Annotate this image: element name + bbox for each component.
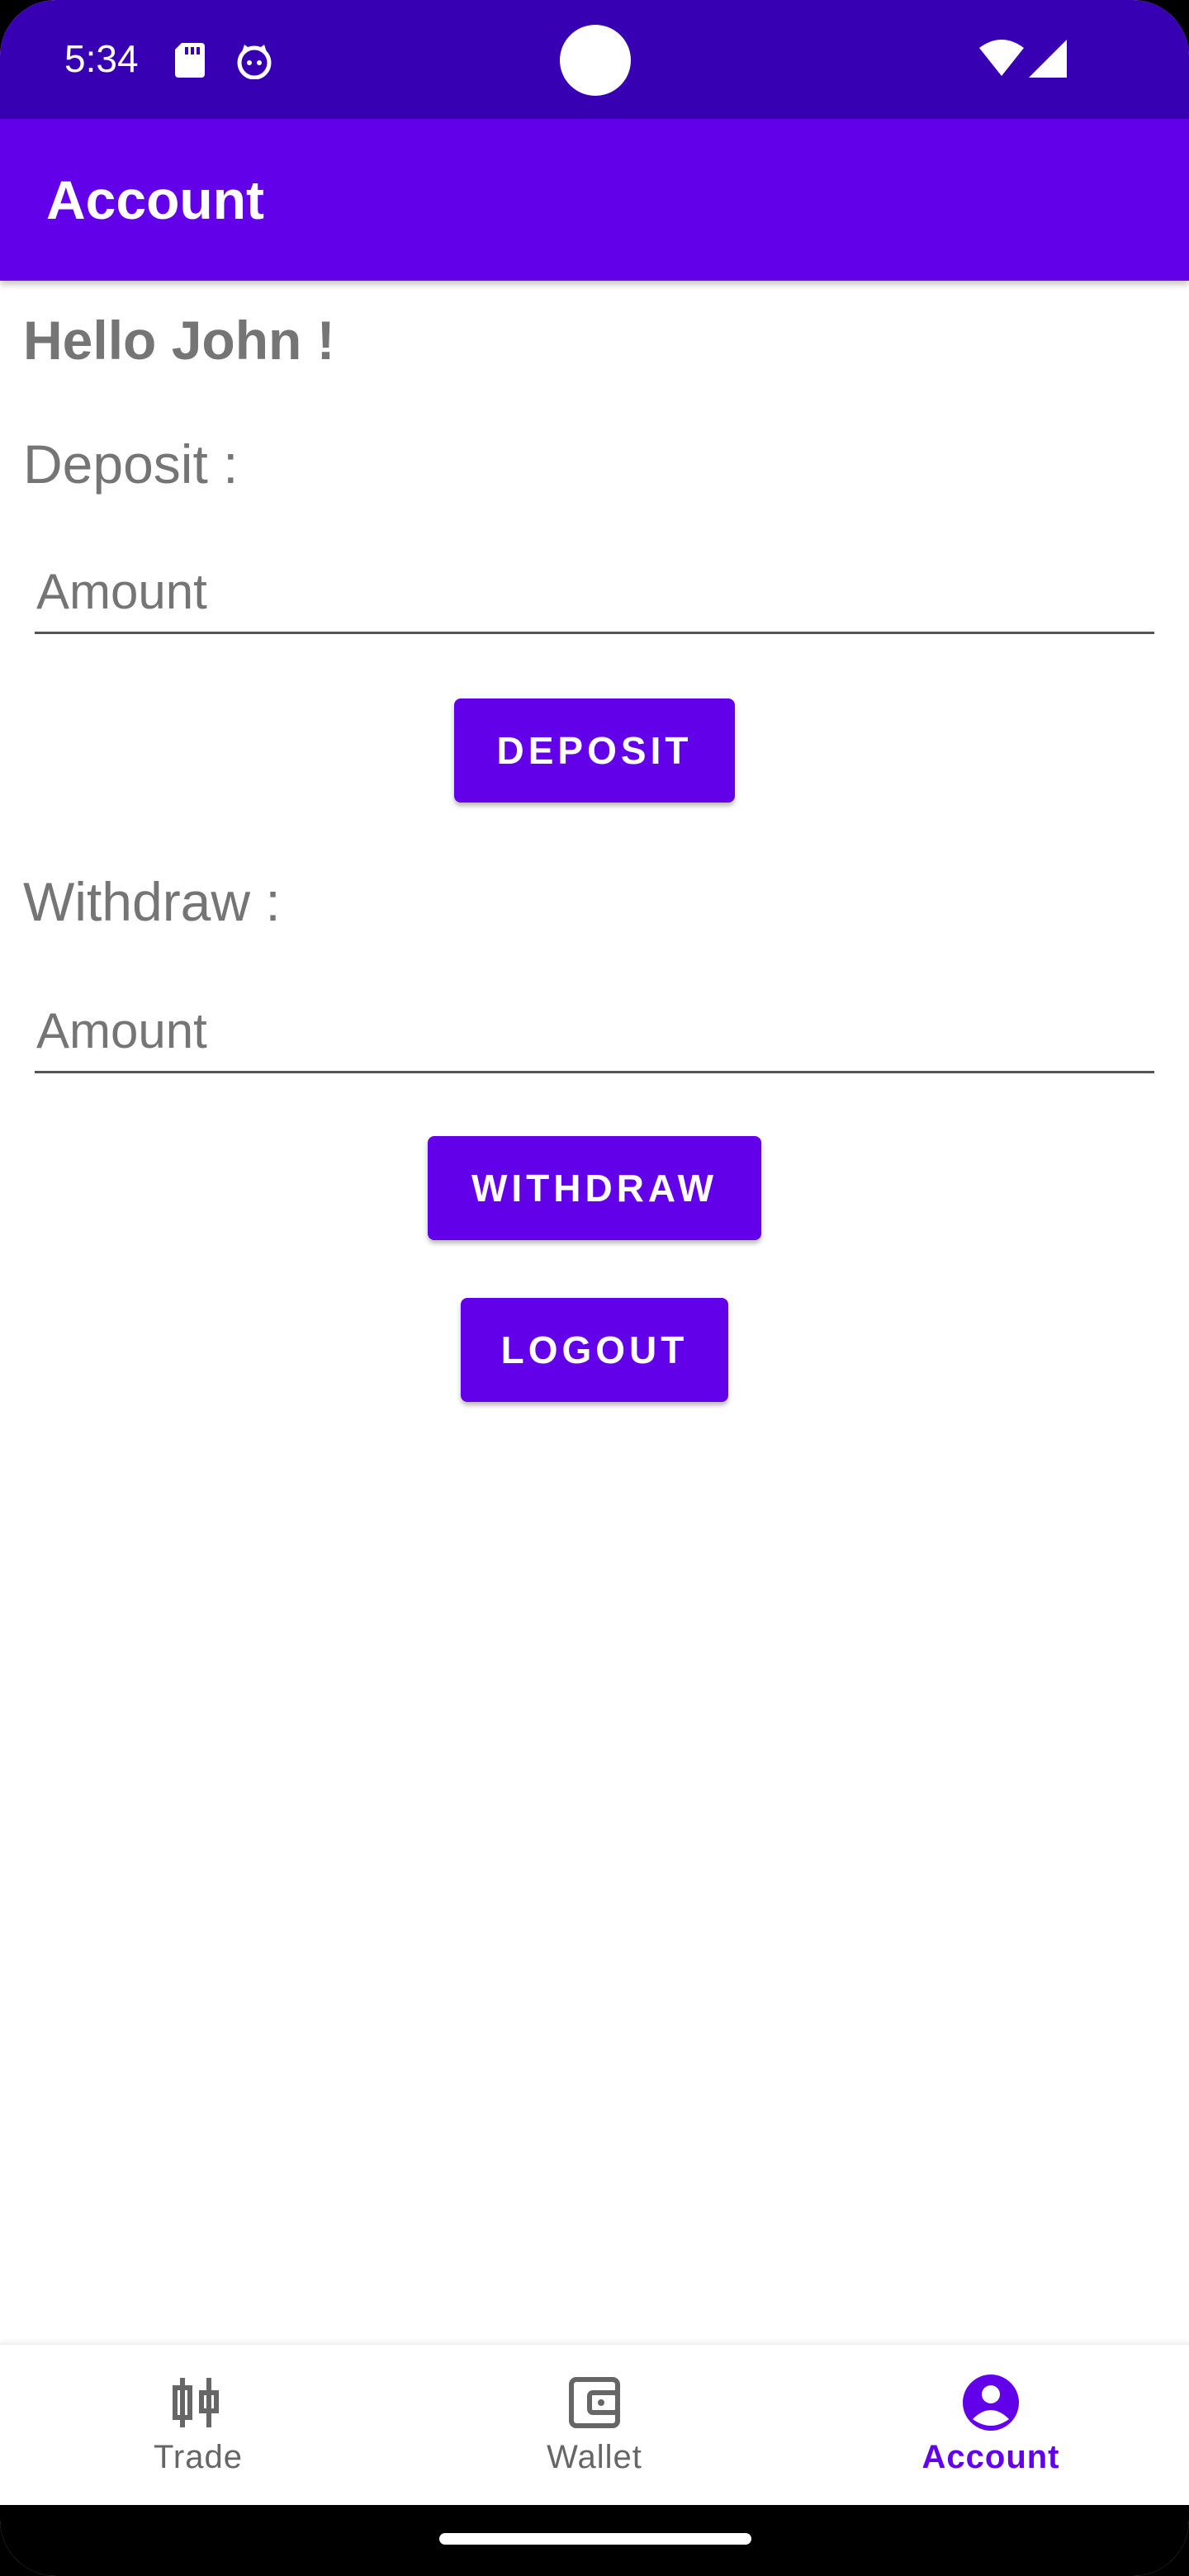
withdraw-label: Withdraw :: [23, 871, 281, 932]
greeting-text: Hello John !: [23, 310, 335, 371]
status-bar: 5:34: [0, 0, 1189, 119]
bottom-navigation: Trade Wallet Account: [0, 2343, 1189, 2505]
cat-icon: [237, 45, 272, 79]
logout-button[interactable]: LOGOUT: [461, 1298, 728, 1402]
home-gesture-handle[interactable]: [439, 2533, 751, 2545]
wallet-icon: [569, 2377, 620, 2428]
gesture-navigation-area: [0, 2505, 1189, 2576]
app-screen: 5:34 Account Hello John ! Deposit : DEPO…: [0, 0, 1189, 2576]
nav-label-wallet: Wallet: [547, 2439, 642, 2475]
deposit-label: Deposit :: [23, 433, 239, 495]
camera-cutout: [560, 25, 631, 96]
nav-item-account[interactable]: Account: [793, 2345, 1189, 2507]
signal-icon: [1029, 40, 1067, 78]
sd-card-icon: [175, 43, 205, 78]
withdraw-button[interactable]: WITHDRAW: [428, 1136, 761, 1240]
app-bar: Account: [0, 119, 1189, 281]
withdraw-amount-input[interactable]: [35, 991, 1154, 1073]
account-circle-icon: [963, 2375, 1019, 2431]
deposit-button[interactable]: DEPOSIT: [454, 698, 735, 803]
nav-label-account: Account: [921, 2439, 1060, 2475]
wifi-icon: [979, 40, 1024, 76]
nav-label-trade: Trade: [153, 2439, 243, 2475]
deposit-amount-input[interactable]: [35, 552, 1154, 634]
page-title: Account: [46, 169, 264, 230]
nav-item-wallet[interactable]: Wallet: [396, 2345, 793, 2507]
nav-item-trade[interactable]: Trade: [0, 2345, 396, 2507]
status-time: 5:34: [64, 37, 139, 80]
candlestick-icon: [173, 2378, 219, 2427]
